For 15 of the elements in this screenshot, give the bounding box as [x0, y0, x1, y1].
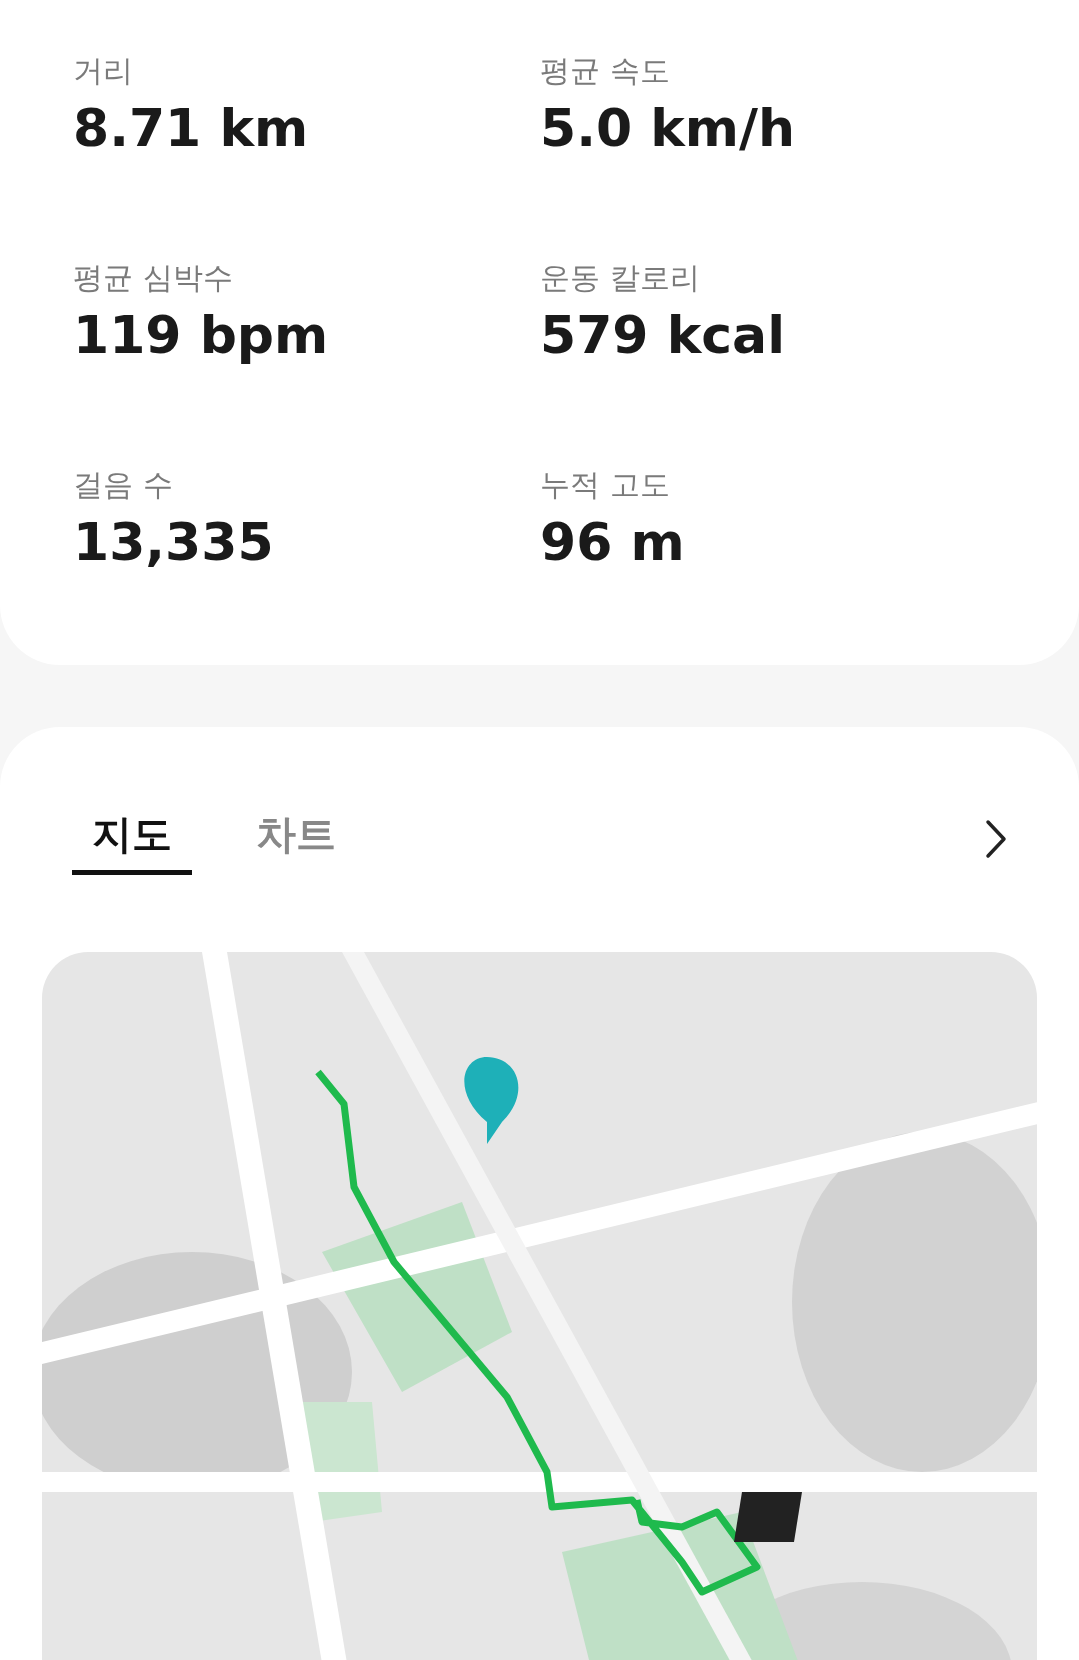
stat-value: 579 kcal — [540, 304, 785, 367]
chevron-right-icon[interactable] — [985, 819, 1007, 859]
stat-value: 13,335 — [73, 511, 274, 574]
stat-value: 8.71 km — [73, 97, 309, 160]
stat-value: 96 m — [540, 511, 685, 574]
stat-label: 평균 심박수 — [73, 259, 233, 297]
stat-label: 평균 속도 — [540, 52, 670, 90]
stat-value: 119 bpm — [73, 304, 329, 367]
stat-label: 걸음 수 — [73, 466, 173, 504]
tab[interactable]: 차트 — [236, 803, 356, 875]
stat-value: 5.0 km/h — [540, 97, 795, 160]
stat-label: 거리 — [73, 52, 133, 90]
stat-label: 운동 칼로리 — [540, 259, 700, 297]
stat-label: 누적 고도 — [540, 466, 670, 504]
tab[interactable]: 지도 — [72, 803, 192, 875]
